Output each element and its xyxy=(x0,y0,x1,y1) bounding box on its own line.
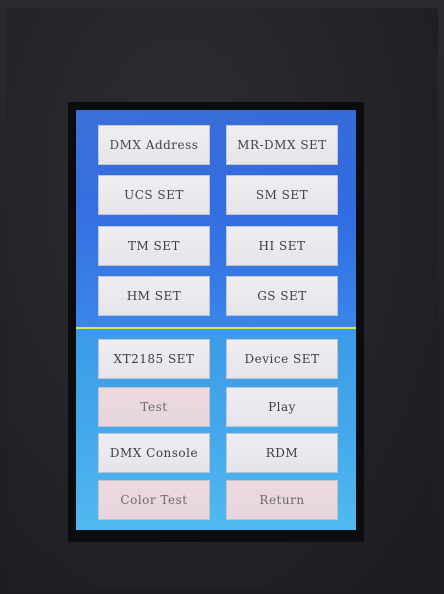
color-test-button[interactable]: Color Test xyxy=(98,480,210,520)
ucs-set-button[interactable]: UCS SET xyxy=(98,175,210,215)
xt2185-set-button[interactable]: XT2185 SET xyxy=(98,339,210,379)
dmx-address-button[interactable]: DMX Address xyxy=(98,125,210,165)
mr-dmx-set-button[interactable]: MR-DMX SET xyxy=(226,125,338,165)
test-button[interactable]: Test xyxy=(98,387,210,427)
dmx-console-button[interactable]: DMX Console xyxy=(98,433,210,473)
device-set-button[interactable]: Device SET xyxy=(226,339,338,379)
return-button[interactable]: Return xyxy=(226,480,338,520)
rdm-button[interactable]: RDM xyxy=(226,433,338,473)
tm-set-button[interactable]: TM SET xyxy=(98,226,210,266)
play-button[interactable]: Play xyxy=(226,387,338,427)
lcd-screen: DMX Address MR-DMX SET UCS SET SM SET TM… xyxy=(76,110,356,530)
hi-set-button[interactable]: HI SET xyxy=(226,226,338,266)
gs-set-button[interactable]: GS SET xyxy=(226,276,338,316)
sm-set-button[interactable]: SM SET xyxy=(226,175,338,215)
hm-set-button[interactable]: HM SET xyxy=(98,276,210,316)
